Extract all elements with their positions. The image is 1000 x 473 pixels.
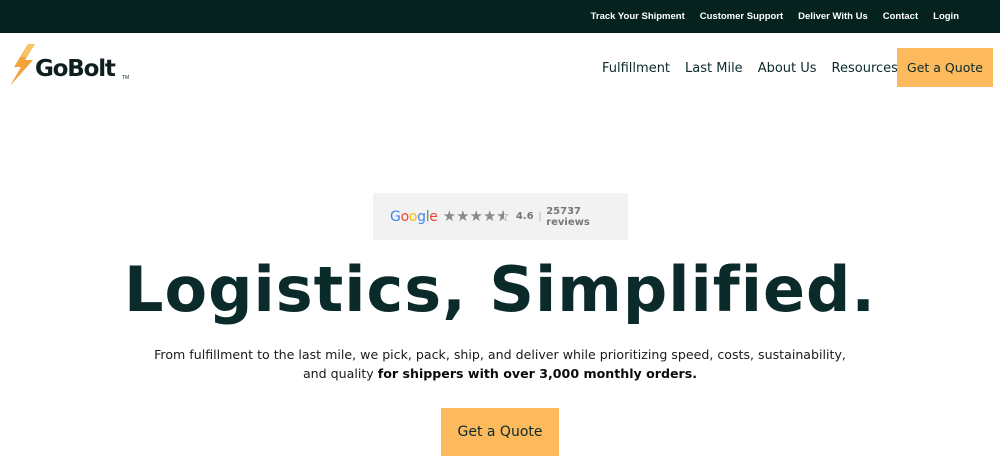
star-icon: ☆ ★: [496, 208, 510, 225]
hero-title: Logistics, Simplified.: [124, 253, 876, 326]
logo-trademark: TM: [122, 75, 130, 81]
google-letter: o: [408, 208, 418, 225]
hero-get-quote-button[interactable]: Get a Quote: [441, 408, 559, 456]
star-icon: ★: [482, 208, 497, 225]
review-count: 25737 reviews: [546, 205, 590, 228]
google-letter: o: [400, 208, 410, 225]
google-letter: g: [417, 208, 426, 225]
star-icon: ★: [469, 208, 483, 225]
star-icon: ★: [442, 208, 457, 225]
main-nav: Fulfillment Last Mile About Us Resources: [602, 33, 898, 103]
star-icon: ★: [456, 208, 470, 225]
logo-wordmark: GoBolt: [35, 56, 116, 82]
contact-link[interactable]: Contact: [883, 11, 918, 22]
rating-value: 4.6: [515, 211, 534, 222]
top-utility-bar: Track Your Shipment Customer Support Del…: [0, 0, 1000, 33]
hero-subtitle-emphasis: for shippers with over 3,000 monthly ord…: [377, 366, 698, 381]
google-logo: Google: [390, 209, 438, 225]
login-link[interactable]: Login: [933, 11, 959, 22]
nav-about-us[interactable]: About Us: [758, 61, 817, 76]
main-header: GoBolt TM Fulfillment Last Mile About Us…: [0, 33, 1000, 103]
rating-separator: |: [538, 211, 542, 222]
google-review-badge[interactable]: Google ★ ★ ★ ★ ☆ ★ 4.6 | 25737 reviews: [373, 193, 628, 240]
google-letter: G: [390, 208, 401, 225]
nav-last-mile[interactable]: Last Mile: [685, 61, 743, 76]
gobolt-logo[interactable]: GoBolt TM: [8, 43, 133, 87]
google-letter: e: [429, 208, 438, 225]
rating-stars: ★ ★ ★ ★ ☆ ★: [443, 209, 510, 224]
customer-support-link[interactable]: Customer Support: [700, 11, 783, 22]
nav-fulfillment[interactable]: Fulfillment: [602, 61, 670, 76]
deliver-with-us-link[interactable]: Deliver With Us: [798, 11, 868, 22]
lightning-bolt-icon: [10, 44, 35, 86]
nav-resources[interactable]: Resources: [832, 61, 898, 76]
utility-nav: Track Your Shipment Customer Support Del…: [591, 0, 959, 33]
track-shipment-link[interactable]: Track Your Shipment: [591, 11, 685, 22]
header-get-quote-button[interactable]: Get a Quote: [897, 48, 993, 87]
hero-subtitle: From fulfillment to the last mile, we pi…: [150, 345, 850, 383]
